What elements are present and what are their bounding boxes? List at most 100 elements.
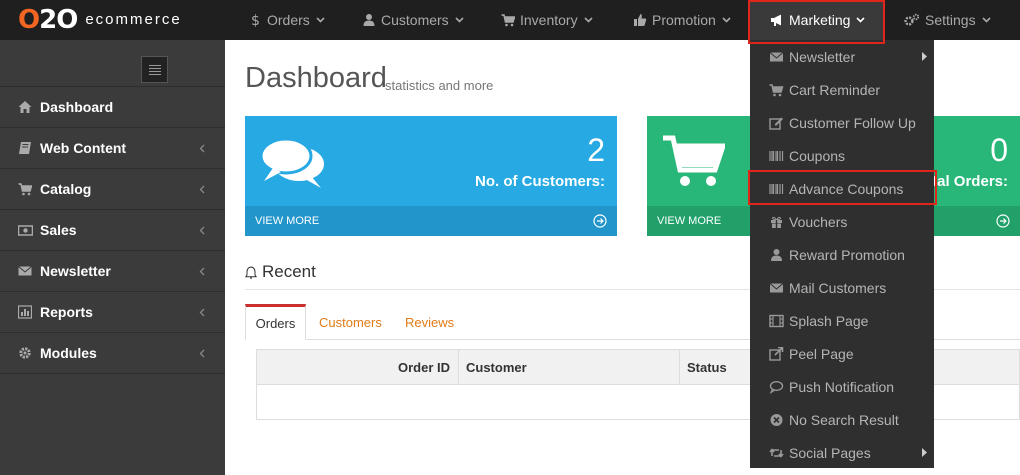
- sidebar-item-label: Reports: [40, 304, 93, 320]
- customers-count: 2: [587, 132, 605, 168]
- external-link-icon: [769, 346, 784, 361]
- gears-icon: [904, 13, 920, 26]
- sidebar-item-label: Dashboard: [40, 99, 114, 115]
- menu-item-label: Newsletter: [789, 48, 856, 65]
- money-icon: [18, 225, 33, 236]
- menu-item-label: Customer Follow Up: [789, 114, 916, 131]
- menu-item-social-pages[interactable]: Social Pages: [750, 436, 934, 469]
- customers-view-more[interactable]: VIEW MORE: [245, 206, 617, 236]
- comment-icon: [769, 380, 784, 394]
- nav-customers[interactable]: Customers: [362, 0, 464, 40]
- chevron-left-icon: [199, 226, 205, 234]
- nav-settings[interactable]: Settings: [904, 0, 991, 40]
- sidebar-item-dashboard[interactable]: Dashboard: [0, 86, 225, 127]
- chevron-left-icon: [199, 308, 205, 316]
- menu-item-reward-promotion[interactable]: Reward Promotion: [750, 238, 934, 271]
- arrow-circle-right-icon: [996, 214, 1010, 228]
- nav-promotion[interactable]: Promotion: [633, 0, 731, 40]
- column-header-order-id[interactable]: Order ID: [257, 350, 458, 384]
- menu-item-label: Splash Page: [789, 312, 869, 329]
- sidebar-item-sales[interactable]: Sales: [0, 209, 225, 250]
- recent-section-title: Recent: [262, 262, 316, 281]
- tab-orders[interactable]: Orders: [245, 304, 306, 340]
- menu-item-mail-customers[interactable]: Mail Customers: [750, 271, 934, 304]
- nav-orders[interactable]: $ Orders: [248, 0, 325, 40]
- menu-item-cart-reminder[interactable]: Cart Reminder: [750, 73, 934, 106]
- customers-stat-card: 2 No. of Customers: VIEW MORE: [245, 116, 617, 236]
- book-icon: [19, 142, 31, 154]
- nav-customers-label: Customers: [381, 12, 449, 28]
- sidebar-item-label: Sales: [40, 222, 77, 238]
- menu-item-vouchers[interactable]: Vouchers: [750, 205, 934, 238]
- menu-item-label: Vouchers: [789, 213, 848, 230]
- sidebar: Dashboard Web Content Catalog Sales News…: [0, 40, 225, 475]
- menu-item-splash-page[interactable]: Splash Page: [750, 304, 934, 337]
- cart-icon: [18, 183, 32, 196]
- view-more-label: VIEW MORE: [657, 215, 722, 227]
- sidebar-toggle-button[interactable]: [141, 56, 168, 83]
- menu-item-peel-page[interactable]: Peel Page: [750, 337, 934, 370]
- chevron-down-icon: [856, 17, 866, 23]
- menu-item-advance-coupons[interactable]: Advance Coupons: [750, 172, 934, 205]
- envelope-icon: [769, 51, 784, 61]
- sidebar-item-catalog[interactable]: Catalog: [0, 168, 225, 209]
- chevron-left-icon: [199, 267, 205, 275]
- sidebar-item-web-content[interactable]: Web Content: [0, 127, 225, 168]
- logo-text: ecommerce: [85, 11, 182, 28]
- dollar-icon: $: [251, 13, 260, 27]
- svg-text:$: $: [251, 13, 260, 27]
- sidebar-item-label: Web Content: [40, 140, 127, 156]
- nav-inventory-label: Inventory: [520, 12, 578, 28]
- sidebar-item-reports[interactable]: Reports: [0, 291, 225, 332]
- nav-settings-label: Settings: [925, 12, 976, 28]
- arrow-circle-right-icon: [593, 214, 607, 228]
- barcode-icon: [769, 183, 784, 194]
- sidebar-item-modules[interactable]: Modules: [0, 332, 225, 373]
- nav-promotion-label: Promotion: [652, 12, 716, 28]
- menu-item-newsletter[interactable]: Newsletter: [750, 40, 934, 73]
- menu-item-label: Social Pages: [789, 444, 871, 461]
- customers-label: No. of Customers:: [474, 173, 605, 190]
- gift-icon: [771, 216, 782, 228]
- edit-icon: [769, 117, 783, 130]
- page-subtitle: statistics and more: [385, 78, 494, 93]
- menu-item-label: Peel Page: [789, 345, 854, 362]
- tab-customers[interactable]: Customers: [319, 304, 382, 340]
- menu-item-coupons[interactable]: Coupons: [750, 139, 934, 172]
- cart-icon: [501, 14, 515, 27]
- user-icon: [363, 14, 375, 26]
- envelope-icon: [18, 266, 32, 276]
- menu-item-label: Cart Reminder: [789, 81, 881, 98]
- bar-chart-icon: [18, 305, 32, 319]
- marketing-dropdown-menu: Newsletter Cart Reminder Customer Follow…: [750, 40, 934, 468]
- menu-item-label: Advance Coupons: [789, 180, 904, 197]
- tab-reviews[interactable]: Reviews: [405, 304, 454, 340]
- chevron-left-icon: [199, 349, 205, 357]
- menu-item-label: Coupons: [789, 147, 846, 164]
- bell-icon: [245, 266, 257, 279]
- brand-logo[interactable]: O2O ecommerce: [18, 5, 182, 35]
- nav-marketing-label: Marketing: [789, 12, 851, 28]
- sidebar-item-newsletter[interactable]: Newsletter: [0, 250, 225, 291]
- menu-item-label: Push Notification: [789, 378, 895, 395]
- page-title: Dashboard: [245, 62, 387, 94]
- orders-count: 0: [990, 132, 1008, 168]
- nav-marketing[interactable]: Marketing: [750, 0, 883, 40]
- chevron-down-icon: [455, 17, 464, 23]
- menu-item-customer-follow-up[interactable]: Customer Follow Up: [750, 106, 934, 139]
- times-circle-icon: [770, 413, 783, 426]
- megaphone-icon: [771, 14, 781, 26]
- chevron-left-icon: [199, 144, 205, 152]
- envelope-icon: [769, 282, 784, 292]
- nav-inventory[interactable]: Inventory: [501, 0, 593, 40]
- column-header-customer[interactable]: Customer: [458, 350, 679, 384]
- caret-right-icon: [922, 448, 927, 457]
- menu-item-push-notification[interactable]: Push Notification: [750, 370, 934, 403]
- barcode-icon: [769, 150, 784, 161]
- sidebar-item-label: Catalog: [40, 181, 92, 197]
- film-icon: [769, 314, 784, 327]
- thumbs-up-icon: [634, 14, 647, 26]
- menu-item-no-search-result[interactable]: No Search Result: [750, 403, 934, 436]
- top-navbar: O2O ecommerce $ Orders Customers Invento…: [0, 0, 1020, 40]
- shopping-cart-icon: [663, 135, 725, 186]
